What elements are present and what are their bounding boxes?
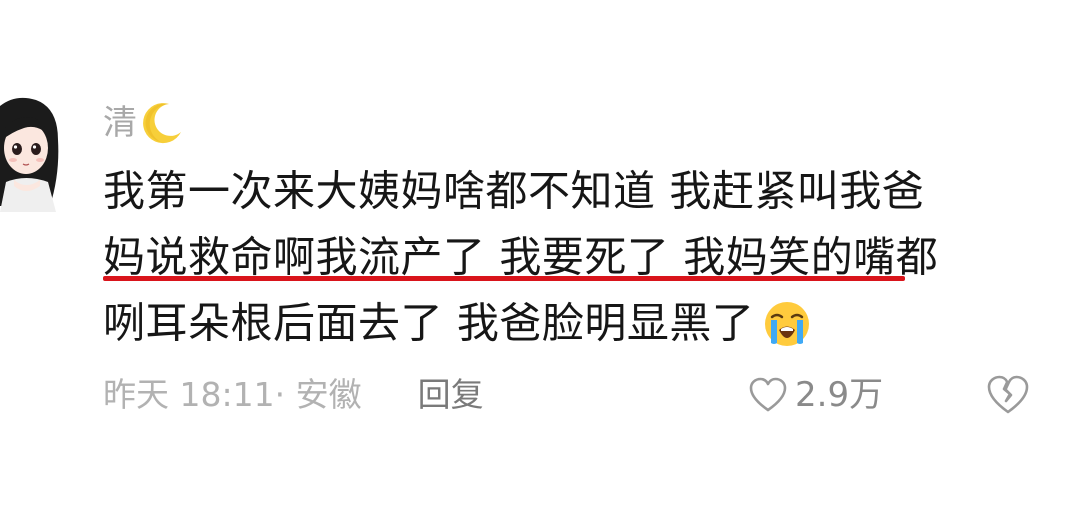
reply-button[interactable]: 回复 [418,366,484,424]
username-row: 清 [103,98,185,148]
comment-line-3: 咧耳朵根后面去了 我爸脸明显黑了 [103,288,1063,354]
broken-heart-icon[interactable] [984,371,1032,419]
red-underline [103,276,905,281]
heart-icon [749,377,787,412]
comment-text: 我第一次来大姨妈啥都不知道 我赶紧叫我爸 妈说救命啊我流产了 我要死了 我妈笑的… [103,156,1063,354]
like-count: 2.9万 [795,375,884,415]
avatar[interactable] [0,94,62,212]
comment-item: 清 我第一次来大姨妈啥都不知道 我赶紧叫我爸 妈说救命啊我流产了 我要死了 我妈… [0,0,1080,516]
crescent-moon-icon [143,103,181,144]
comment-meta: 昨天 18:11· 安徽 回复 [103,366,484,424]
like-button[interactable]: 2.9万 [747,366,883,424]
loudly-crying-face-icon [765,301,810,346]
username[interactable]: 清 [103,98,137,148]
comment-line-1: 我第一次来大姨妈啥都不知道 我赶紧叫我爸 [103,166,925,216]
time-location: 昨天 18:11· 安徽 [103,375,362,414]
